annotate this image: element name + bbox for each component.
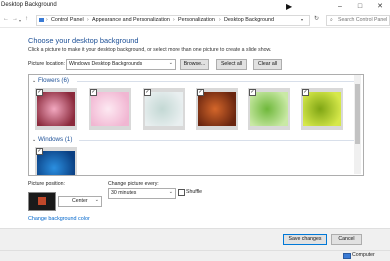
thumbnail-flowers-5[interactable]: ✓ <box>248 88 290 130</box>
up-arrow-icon[interactable]: ↑ <box>25 16 28 22</box>
thumbnail-checkbox[interactable]: ✓ <box>302 89 309 96</box>
thumbnail-checkbox[interactable]: ✓ <box>90 89 97 96</box>
thumbnail-flowers-3[interactable]: ✓ <box>143 88 185 130</box>
chevron-down-icon: ⌄ <box>168 60 173 66</box>
thumbnail-flowers-4[interactable]: ✓ <box>196 88 238 130</box>
breadcrumb-separator-icon: › <box>87 17 89 23</box>
breadcrumb-separator-icon: › <box>219 17 221 23</box>
breadcrumb-separator-icon: › <box>173 17 175 23</box>
title-bar: Desktop Background ▶ – □ ✕ <box>0 0 390 13</box>
collapse-arrow-icon[interactable]: ⌄ <box>32 137 36 143</box>
computer-label: Computer <box>352 252 375 258</box>
window-title: Desktop Background <box>1 2 57 8</box>
thumbnail-checkbox[interactable]: ✓ <box>249 89 256 96</box>
thumbnail-windows-1[interactable]: ✓ <box>35 147 77 175</box>
shuffle-label[interactable]: Shuffle <box>186 189 202 195</box>
thumbnail-flowers-1[interactable]: ✓ <box>35 88 77 130</box>
group-divider <box>77 81 355 82</box>
minimize-button[interactable]: – <box>330 0 350 13</box>
change-picture-label: Change picture every: <box>108 181 159 187</box>
computer-icon <box>343 253 351 259</box>
chevron-down-icon: ⌄ <box>94 197 99 203</box>
thumbnail-checkbox[interactable]: ✓ <box>144 89 151 96</box>
back-arrow-icon[interactable]: ← <box>3 16 9 22</box>
picture-position-value: Center <box>72 198 88 204</box>
change-picture-interval-dropdown[interactable]: 30 minutes ⌄ <box>108 188 176 199</box>
wallpaper-image <box>303 92 341 126</box>
breadcrumb-desktop-background[interactable]: Desktop Background <box>224 17 274 23</box>
picture-list[interactable]: ⌄ Flowers (6) ✓ ✓ ✓ ✓ ✓ ✓ ⌄ Windows (1) … <box>28 74 364 176</box>
picture-location-dropdown[interactable]: Windows Desktop Backgrounds ⌄ <box>66 59 176 70</box>
forward-arrow-icon[interactable]: → <box>12 16 18 22</box>
wallpaper-image <box>250 92 288 126</box>
search-input[interactable] <box>336 16 388 24</box>
wallpaper-image <box>145 92 183 126</box>
search-box[interactable]: ⌕ <box>326 15 390 26</box>
picture-position-dropdown[interactable]: Center ⌄ <box>58 196 102 207</box>
cursor-icon: ▶ <box>286 2 293 11</box>
change-picture-interval-value: 30 minutes <box>111 190 137 196</box>
status-bar: Computer <box>0 250 390 261</box>
wallpaper-image <box>37 92 75 126</box>
breadcrumb-appearance[interactable]: Appearance and Personalization <box>92 17 170 23</box>
control-panel-icon <box>39 18 44 22</box>
refresh-icon[interactable]: ↻ <box>314 15 319 22</box>
change-background-color-link[interactable]: Change background color <box>28 216 90 222</box>
scrollbar-thumb[interactable] <box>355 84 360 144</box>
shuffle-checkbox[interactable] <box>178 189 185 196</box>
wallpaper-image <box>198 92 236 126</box>
search-icon: ⌕ <box>330 17 333 23</box>
picture-location-value: Windows Desktop Backgrounds <box>69 61 143 67</box>
clear-all-button[interactable]: Clear all <box>253 59 282 70</box>
picture-location-label: Picture location: <box>28 61 65 67</box>
thumbnail-checkbox[interactable]: ✓ <box>36 148 43 155</box>
group-header-windows[interactable]: Windows (1) <box>38 136 72 143</box>
chevron-down-icon: ⌄ <box>168 189 173 195</box>
collapse-arrow-icon[interactable]: ⌄ <box>32 78 36 84</box>
position-preview <box>28 192 56 211</box>
maximize-button[interactable]: □ <box>350 0 370 13</box>
address-dropdown-icon[interactable]: ▾ <box>301 17 303 22</box>
group-divider <box>79 140 355 141</box>
dialog-footer: Save changes Cancel <box>0 228 390 251</box>
thumbnail-checkbox[interactable]: ✓ <box>197 89 204 96</box>
picture-position-label: Picture position: <box>28 181 65 187</box>
page-title: Choose your desktop background <box>28 36 139 45</box>
wallpaper-image <box>91 92 129 126</box>
close-button[interactable]: ✕ <box>370 0 390 13</box>
browse-button[interactable]: Browse... <box>180 59 209 70</box>
thumbnail-flowers-6[interactable]: ✓ <box>301 88 343 130</box>
group-header-flowers[interactable]: Flowers (6) <box>38 77 69 84</box>
select-all-button[interactable]: Select all <box>216 59 247 70</box>
page-description: Click a picture to make it your desktop … <box>28 47 272 53</box>
position-preview-image <box>38 197 46 205</box>
thumbnail-checkbox[interactable]: ✓ <box>36 89 43 96</box>
breadcrumb[interactable]: › Control Panel › Appearance and Persona… <box>36 15 310 26</box>
cancel-button[interactable]: Cancel <box>331 234 362 245</box>
breadcrumb-control-panel[interactable]: Control Panel <box>51 17 84 23</box>
thumbnail-flowers-2[interactable]: ✓ <box>89 88 131 130</box>
breadcrumb-separator-icon: › <box>46 17 48 23</box>
breadcrumb-personalization[interactable]: Personalization <box>178 17 215 23</box>
save-changes-button[interactable]: Save changes <box>283 234 327 245</box>
address-bar: ← → ▾ ↑ › Control Panel › Appearance and… <box>0 13 390 28</box>
recent-locations-icon[interactable]: ▾ <box>19 18 21 23</box>
